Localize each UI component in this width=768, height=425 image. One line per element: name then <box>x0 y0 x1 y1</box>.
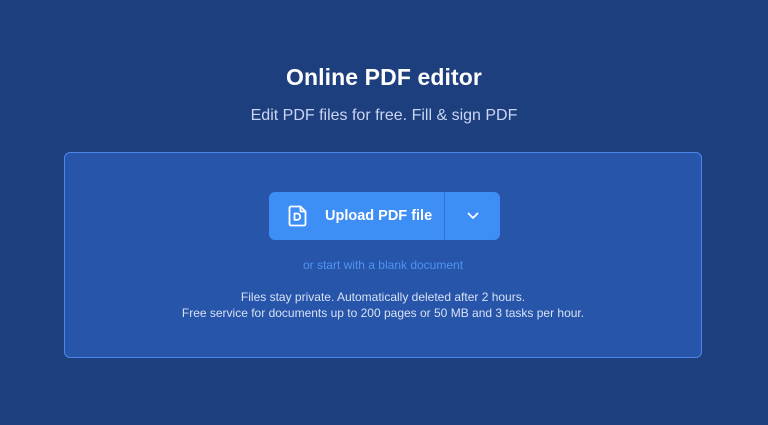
upload-dropzone[interactable]: Upload PDF file or start with a blank do… <box>64 152 702 358</box>
upload-button-label: Upload PDF file <box>325 208 433 224</box>
blank-document-link[interactable]: or start with a blank document <box>65 258 701 272</box>
page: Online PDF editor Edit PDF files for fre… <box>0 0 768 425</box>
limits-info: Free service for documents up to 200 pag… <box>181 306 585 320</box>
pdf-file-icon <box>288 205 308 227</box>
chevron-down-icon <box>467 207 479 225</box>
upload-button-group: Upload PDF file <box>269 192 500 240</box>
page-title: Online PDF editor <box>286 64 482 90</box>
upload-pdf-button[interactable]: Upload PDF file <box>269 192 444 240</box>
page-subtitle: Edit PDF files for free. Fill & sign PDF <box>250 107 518 124</box>
upload-options-dropdown[interactable] <box>445 192 500 240</box>
privacy-info: Files stay private. Automatically delete… <box>240 290 526 304</box>
